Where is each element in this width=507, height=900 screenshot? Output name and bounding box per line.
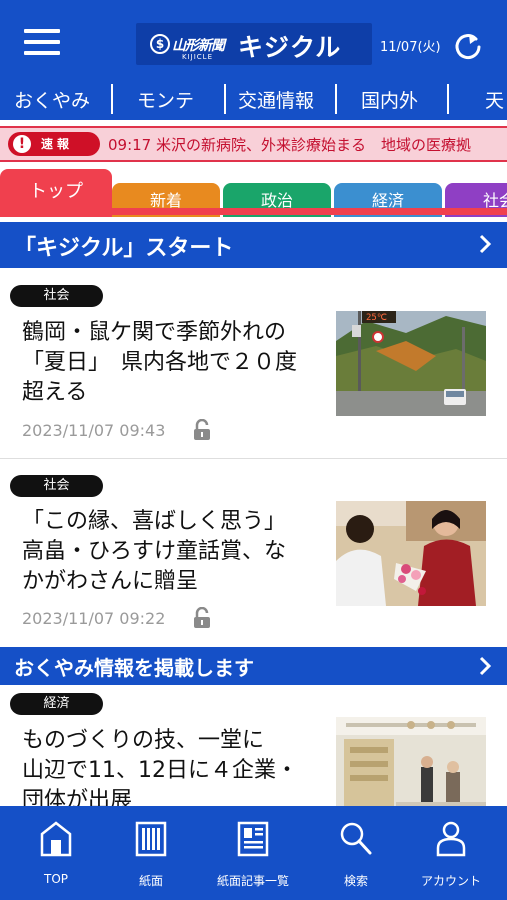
home-icon [40, 821, 72, 857]
headline-line: 山辺で11、12日に４企業・ [22, 758, 298, 783]
bottom-tab-newspaper[interactable]: 紙面 [101, 806, 201, 900]
unlock-icon [194, 419, 210, 440]
category-badge: 社会 [10, 285, 103, 307]
section-title: おくやみ情報を掲載します [14, 656, 254, 680]
article-thumbnail [336, 717, 486, 806]
app-header: $ 山形新聞 キジクル KIJICLE 11/07(火) [0, 0, 507, 80]
image-temperature-sign: 25℃ [366, 313, 387, 323]
nav-item-weather[interactable]: 天 [485, 86, 504, 113]
nav-item-okuyami[interactable]: おくやみ [14, 86, 90, 113]
section-title: 「キジクル」スタート [14, 236, 234, 261]
header-date: 11/07(火) [380, 40, 441, 55]
headline-line: 「夏日」 県内各地で２０度 [22, 350, 298, 375]
article-thumbnail: 25℃ [336, 311, 486, 416]
nav-separator [447, 84, 449, 114]
alert-icon: ! [13, 135, 31, 153]
nav-separator [335, 84, 337, 114]
section-header-kijicle-start[interactable]: 「キジクル」スタート [0, 222, 507, 268]
bottom-tab-label: 紙面記事一覧 [216, 874, 289, 888]
app-screen: $ 山形新聞 キジクル KIJICLE 11/07(火) おくやみ モンテ 交通… [0, 0, 507, 900]
bottom-tab-article-list[interactable]: 紙面記事一覧 [203, 806, 303, 900]
headline-line: 超える [22, 380, 88, 405]
article-card[interactable]: 社会 鶴岡・鼠ケ関で季節外れの 「夏日」 県内各地で２０度 超える 2023/1… [0, 268, 507, 458]
logo-newspaper-name: 山形新聞 [172, 38, 225, 54]
headline-line: 団体が出展 [22, 788, 133, 806]
article-datetime: 2023/11/07 09:22 [22, 609, 166, 628]
breaking-news-ticker[interactable]: ! 速報 09:17 米沢の新病院、外来診療始まる 地域の医療拠 [0, 126, 507, 162]
reload-icon[interactable] [452, 30, 484, 62]
nav-item-domestic-international[interactable]: 国内外 [361, 86, 418, 113]
article-headline: 鶴岡・鼠ケ関で季節外れの 「夏日」 県内各地で２０度 超える [22, 318, 322, 408]
bottom-tab-top[interactable]: TOP [6, 806, 106, 900]
unlock-icon [194, 607, 210, 628]
article-card[interactable]: 経済 ものづくりの技、一堂に 山辺で11、12日に４企業・ 団体が出展 [0, 685, 507, 806]
bottom-tab-account[interactable]: アカウント [401, 806, 501, 900]
chevron-right-icon [479, 656, 492, 676]
bottom-tab-label: 検索 [343, 874, 368, 888]
logo-app-name: キジクル [238, 33, 342, 62]
account-icon [436, 821, 466, 857]
menu-icon[interactable] [24, 29, 60, 57]
logo-mark-icon: $ [150, 34, 170, 54]
article-datetime: 2023/11/07 09:43 [22, 421, 166, 440]
nav-separator [224, 84, 226, 114]
headline-line: 鶴岡・鼠ケ関で季節外れの [22, 320, 287, 345]
bottom-tab-label: TOP [43, 872, 68, 886]
breaking-news-badge: ! 速報 [8, 132, 100, 156]
logo-subtitle: KIJICLE [182, 53, 213, 61]
breaking-label: 速報 [41, 137, 74, 151]
bottom-tab-bar: TOP 紙面 紙面記事一覧 検索 アカウント [0, 806, 507, 900]
nav-separator [111, 84, 113, 114]
bottom-tab-label: 紙面 [138, 874, 163, 888]
article-headline: 「この縁、喜ばしく思う」 高畠・ひろすけ童話賞、な かがわさんに贈呈 [22, 507, 322, 597]
section-header-okuyami[interactable]: おくやみ情報を掲載します [0, 647, 507, 685]
headline-line: かがわさんに贈呈 [22, 569, 199, 594]
headline-line: ものづくりの技、一堂に [22, 728, 265, 753]
article-list-icon [237, 821, 269, 857]
app-logo[interactable]: $ 山形新聞 キジクル KIJICLE [136, 23, 372, 65]
nav-item-traffic[interactable]: 交通情報 [238, 86, 314, 113]
tab-underline [0, 208, 507, 215]
article-card[interactable]: 社会 「この縁、喜ばしく思う」 高畠・ひろすけ童話賞、な かがわさんに贈呈 20… [0, 459, 507, 647]
category-badge: 経済 [10, 693, 103, 715]
headline-line: 「この縁、喜ばしく思う」 [22, 509, 287, 534]
bottom-tab-search[interactable]: 検索 [306, 806, 406, 900]
top-nav: おくやみ モンテ 交通情報 国内外 天 [0, 80, 507, 120]
article-thumbnail [336, 501, 486, 606]
headline-line: 高畠・ひろすけ童話賞、な [22, 539, 287, 564]
bottom-tab-label: アカウント [420, 874, 481, 888]
breaking-news-text: 09:17 米沢の新病院、外来診療始まる 地域の医療拠 [108, 136, 471, 154]
newspaper-icon [135, 821, 167, 857]
article-headline: ものづくりの技、一堂に 山辺で11、12日に４企業・ 団体が出展 [22, 726, 322, 806]
category-badge: 社会 [10, 475, 103, 497]
nav-item-monte[interactable]: モンテ [137, 86, 194, 113]
search-icon [340, 822, 372, 855]
chevron-right-icon [479, 234, 492, 254]
